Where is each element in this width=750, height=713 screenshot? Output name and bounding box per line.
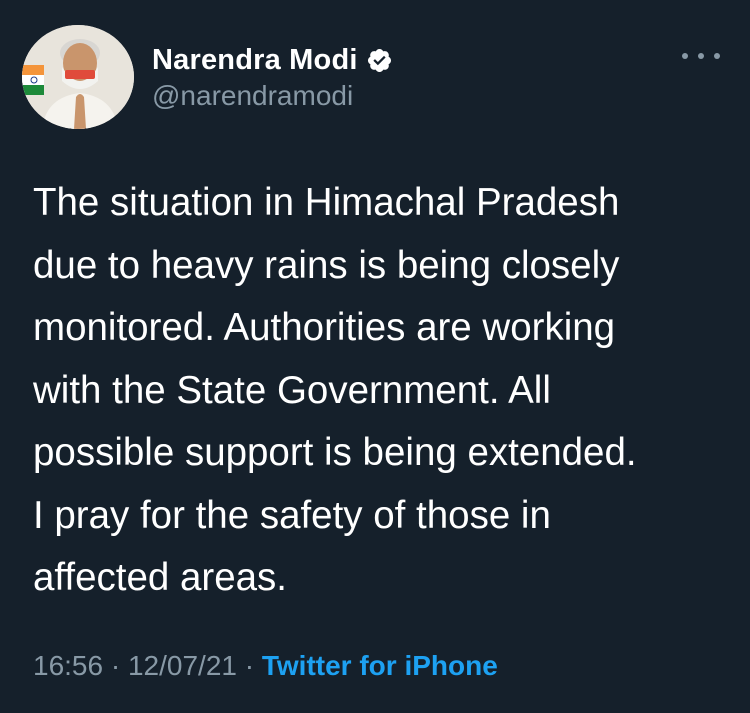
more-dot [714,53,720,59]
tweet-card: Narendra Modi @narendramodi The situatio… [0,0,750,713]
more-options-icon[interactable] [682,46,720,66]
verified-badge-icon [366,47,393,74]
avatar-image [22,25,134,129]
tweet-source-link[interactable]: Twitter for iPhone [262,650,498,681]
tweet-metadata: 16:56 · 12/07/21 · Twitter for iPhone [33,650,498,682]
tweet-text: The situation in Himachal Pradesh due to… [33,181,637,599]
name-row: Narendra Modi [152,42,393,78]
tweet-time[interactable]: 16:56 [33,650,103,681]
user-handle[interactable]: @narendramodi [152,80,393,112]
more-dot [698,53,704,59]
avatar[interactable] [22,25,134,129]
meta-separator: · [244,650,255,681]
more-dot [682,53,688,59]
display-name[interactable]: Narendra Modi [152,44,358,77]
author-identity[interactable]: Narendra Modi @narendramodi [152,42,393,112]
meta-separator: · [110,650,121,681]
tweet-date[interactable]: 12/07/21 [128,650,237,681]
